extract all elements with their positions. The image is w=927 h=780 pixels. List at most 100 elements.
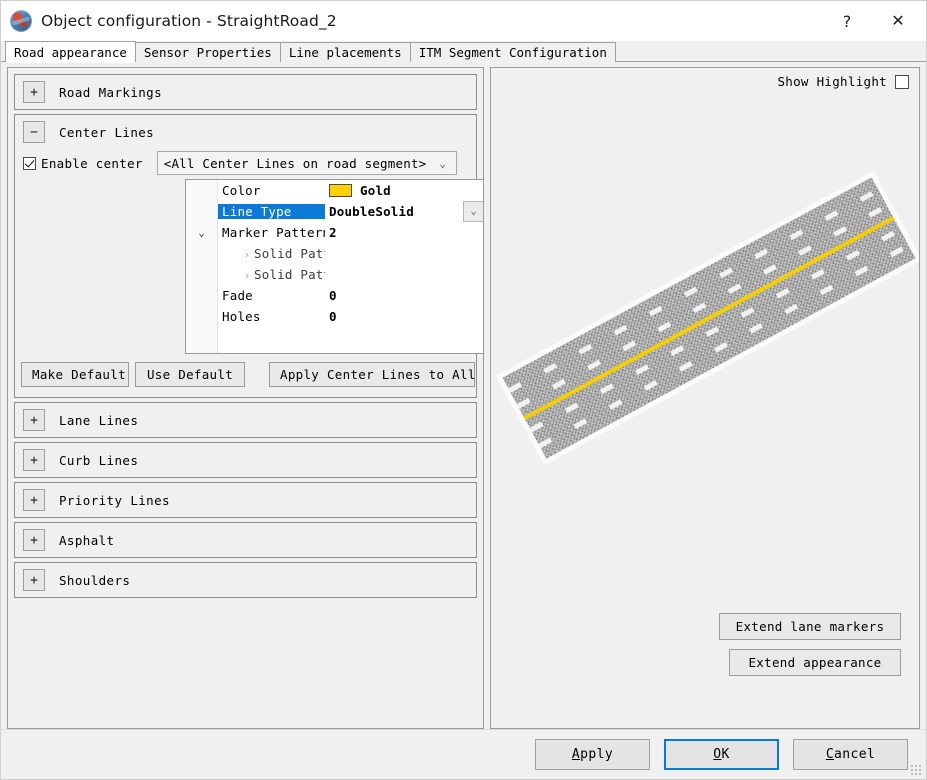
- road-segment-preview: [502, 177, 916, 459]
- gutter-row-marker-pattern[interactable]: ⌄: [186, 222, 217, 243]
- section-road-markings: + Road Markings: [14, 74, 477, 110]
- section-list: + Road Markings − Center Lines Enable ce…: [14, 74, 483, 602]
- make-default-button[interactable]: Make Default: [21, 362, 129, 387]
- show-highlight-checkbox[interactable]: [895, 74, 909, 89]
- section-asphalt: + Asphalt: [14, 522, 477, 558]
- gutter-row: [186, 285, 217, 306]
- lane-marker-row: [529, 227, 902, 433]
- tab-strip: Road appearance Sensor Properties Line p…: [1, 41, 926, 63]
- property-value-line-type: DoubleSolid: [325, 204, 483, 219]
- center-line-selector-value: <All Center Lines on road segment>: [163, 155, 427, 171]
- apply-button[interactable]: Apply: [535, 739, 650, 770]
- show-highlight-row: Show Highlight: [777, 74, 909, 89]
- tab-line-placements[interactable]: Line placements: [279, 42, 411, 62]
- enable-center-checkbox[interactable]: [23, 156, 36, 170]
- center-lines-property-grid[interactable]: ⌄ Color Gold Line Type DoubleSolid ⌄ Mar…: [185, 179, 483, 354]
- center-line-selector[interactable]: <All Center Lines on road segment> ⌄: [156, 151, 457, 175]
- section-priority-lines: + Priority Lines: [14, 482, 477, 518]
- property-row-color[interactable]: Color Gold: [218, 180, 483, 201]
- property-value-color-text: Gold: [360, 183, 391, 198]
- apply-label-rest: pply: [580, 747, 614, 762]
- property-row-line-type[interactable]: Line Type DoubleSolid ⌄: [218, 201, 483, 222]
- property-row-solid-pattern-2[interactable]: ›Solid Patte: [218, 264, 483, 285]
- section-shoulders: + Shoulders: [14, 562, 477, 598]
- cancel-button[interactable]: Cancel: [793, 739, 908, 770]
- chevron-down-icon: ⌄: [198, 226, 205, 239]
- apply-center-lines-to-all-button[interactable]: Apply Center Lines to All: [269, 362, 475, 387]
- section-header-road-markings[interactable]: + Road Markings: [15, 75, 476, 109]
- property-name-fade: Fade: [222, 288, 253, 303]
- chevron-right-icon[interactable]: ›: [240, 269, 254, 283]
- property-row-marker-pattern[interactable]: Marker Pattern 2: [218, 222, 483, 243]
- color-swatch-icon[interactable]: [329, 184, 352, 197]
- apply-accel: A: [571, 747, 581, 762]
- property-label-solid-pattern-1: Solid Patte: [254, 245, 325, 261]
- cancel-accel: C: [825, 747, 835, 762]
- property-name-solid-pattern-1: ›Solid Patte: [218, 246, 325, 262]
- chevron-down-icon-line-type[interactable]: ⌄: [463, 201, 483, 222]
- property-row-solid-pattern-1[interactable]: ›Solid Patte: [218, 243, 483, 264]
- tab-road-appearance[interactable]: Road appearance: [5, 41, 136, 63]
- expand-icon-asphalt[interactable]: +: [23, 529, 45, 551]
- window-controls: ? ✕: [824, 1, 926, 41]
- expand-icon-shoulders[interactable]: +: [23, 569, 45, 591]
- gutter-row: [186, 201, 217, 222]
- section-title-road-markings: Road Markings: [59, 84, 163, 100]
- close-icon[interactable]: ✕: [870, 1, 926, 41]
- section-header-shoulders[interactable]: + Shoulders: [15, 563, 476, 597]
- object-configuration-dialog: Object configuration - StraightRoad_2 ? …: [0, 0, 927, 780]
- section-center-lines: − Center Lines Enable center <All Center…: [14, 114, 483, 398]
- section-title-asphalt: Asphalt: [59, 532, 115, 548]
- expand-icon-curb-lines[interactable]: +: [23, 449, 45, 471]
- expand-icon-lane-lines[interactable]: +: [23, 409, 45, 431]
- property-value-color: Gold: [325, 183, 483, 198]
- section-header-center-lines[interactable]: − Center Lines: [15, 115, 476, 149]
- section-header-priority-lines[interactable]: + Priority Lines: [15, 483, 476, 517]
- property-grid-gutter: ⌄: [186, 180, 218, 353]
- lane-marker-row: [516, 203, 889, 409]
- enable-center-row: Enable center <All Center Lines on road …: [15, 149, 476, 179]
- property-row-fade[interactable]: Fade 0: [218, 285, 483, 306]
- dialog-footer: Apply OK Cancel: [1, 729, 926, 779]
- window-title: Object configuration - StraightRoad_2: [41, 12, 337, 30]
- section-title-shoulders: Shoulders: [59, 572, 131, 588]
- gutter-row: [186, 306, 217, 327]
- section-title-curb-lines: Curb Lines: [59, 452, 139, 468]
- section-header-lane-lines[interactable]: + Lane Lines: [15, 403, 476, 437]
- section-title-center-lines: Center Lines: [59, 124, 155, 140]
- chevron-right-icon[interactable]: ›: [240, 248, 254, 262]
- extend-lane-markers-button[interactable]: Extend lane markers: [719, 613, 901, 640]
- ok-button[interactable]: OK: [664, 739, 779, 770]
- section-header-asphalt[interactable]: + Asphalt: [15, 523, 476, 557]
- expand-icon-road-markings[interactable]: +: [23, 81, 45, 103]
- property-grid-rows: Color Gold Line Type DoubleSolid ⌄ Marke…: [218, 180, 483, 353]
- resize-grip[interactable]: [910, 764, 923, 777]
- property-name-solid-pattern-2: ›Solid Patte: [218, 267, 325, 283]
- property-value-holes: 0: [329, 309, 337, 324]
- property-value-fade: 0: [329, 288, 337, 303]
- help-button[interactable]: ?: [824, 1, 870, 41]
- center-line-preview: [523, 216, 895, 420]
- section-title-lane-lines: Lane Lines: [59, 412, 139, 428]
- tab-itm-segment-configuration[interactable]: ITM Segment Configuration: [409, 42, 616, 62]
- cancel-label-rest: ancel: [834, 747, 876, 762]
- tab-sensor-properties[interactable]: Sensor Properties: [134, 42, 281, 62]
- chevron-down-icon: ⌄: [439, 156, 447, 170]
- expand-icon-priority-lines[interactable]: +: [23, 489, 45, 511]
- section-header-curb-lines[interactable]: + Curb Lines: [15, 443, 476, 477]
- property-row-holes[interactable]: Holes 0: [218, 306, 483, 327]
- section-title-priority-lines: Priority Lines: [59, 492, 170, 508]
- extend-appearance-button[interactable]: Extend appearance: [729, 649, 901, 676]
- enable-center-label: Enable center: [41, 155, 143, 171]
- use-default-button[interactable]: Use Default: [135, 362, 245, 387]
- road-appearance-panel: + Road Markings − Center Lines Enable ce…: [7, 67, 484, 729]
- center-lines-body: Enable center <All Center Lines on road …: [15, 149, 483, 397]
- show-highlight-label: Show Highlight: [777, 74, 887, 89]
- collapse-icon-center-lines[interactable]: −: [23, 121, 45, 143]
- center-lines-button-row: Make Default Use Default Apply Center Li…: [15, 354, 476, 391]
- property-name-color: Color: [222, 183, 261, 198]
- title-bar: Object configuration - StraightRoad_2 ? …: [1, 1, 926, 41]
- road-preview-panel: Show Highlight Extend lane markers Exten…: [490, 67, 920, 729]
- ok-label-rest: K: [721, 747, 730, 762]
- property-name-line-type: Line Type: [218, 204, 325, 219]
